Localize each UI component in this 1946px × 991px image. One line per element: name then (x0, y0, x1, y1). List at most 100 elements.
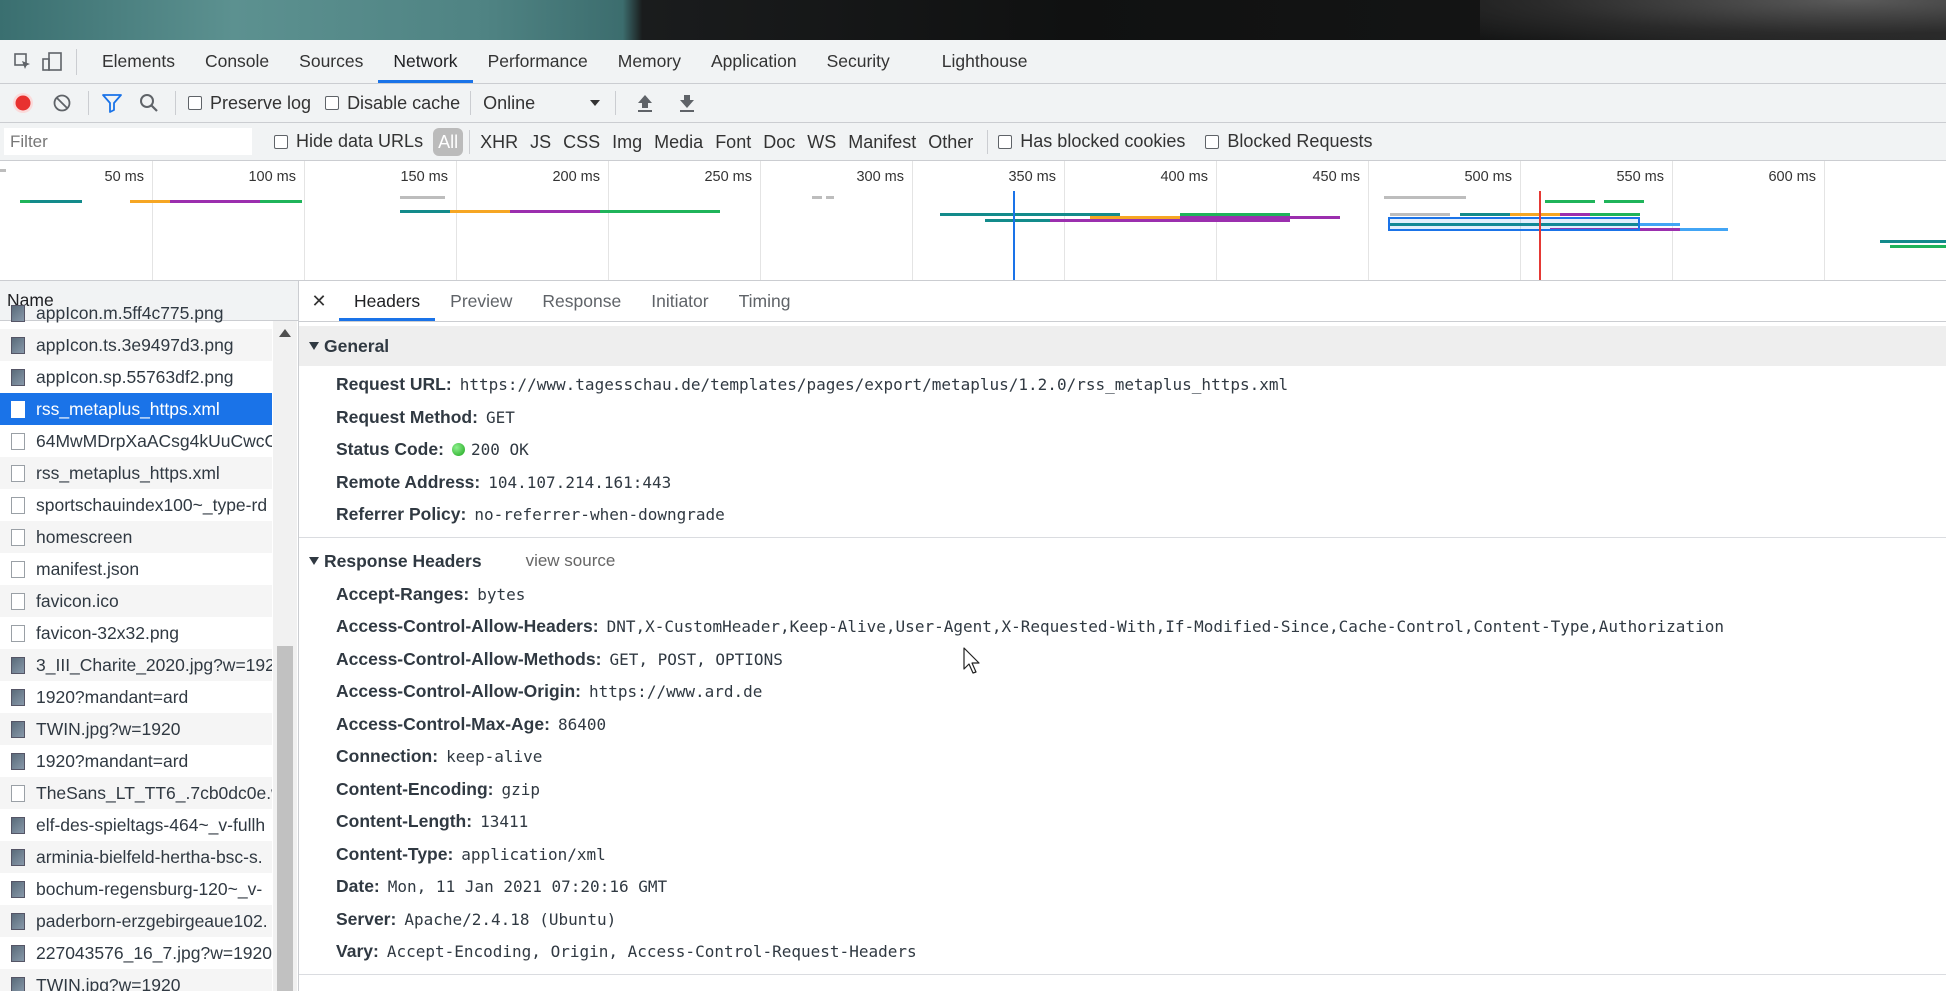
header-row: Connection: keep-alive (299, 740, 1946, 773)
timeline-gridline (912, 161, 913, 280)
network-overview-timeline[interactable]: 50 ms 100 ms 150 ms 200 ms 250 ms 300 ms 350 m… (0, 161, 1946, 281)
scroll-up-icon[interactable] (279, 329, 291, 337)
filter-type-media[interactable]: Media (648, 128, 709, 156)
timeline-gridline (304, 161, 305, 280)
record-button[interactable] (12, 84, 34, 122)
import-har-button[interactable] (636, 84, 654, 122)
request-row[interactable]: 1920?mandant=ard (0, 681, 272, 713)
divider (299, 973, 1946, 975)
close-details-icon[interactable]: ✕ (299, 291, 339, 312)
request-row[interactable]: 64MwMDrpXaACsg4kUuCwcC (0, 425, 272, 457)
filter-type-doc[interactable]: Doc (757, 128, 801, 156)
has-blocked-cookies-checkbox[interactable]: Has blocked cookies (998, 123, 1185, 161)
preserve-log-checkbox[interactable]: Preserve log (188, 84, 311, 122)
request-row[interactable]: appIcon.sp.55763df2.png (0, 361, 272, 393)
request-row[interactable]: favicon.ico (0, 585, 272, 617)
waterfall-bar (400, 196, 445, 199)
separator (76, 48, 77, 75)
header-row: Access-Control-Allow-Methods: GET, POST, … (299, 643, 1946, 676)
request-row[interactable]: rss_metaplus_https.xml (0, 393, 272, 425)
header-row: Date: Mon, 11 Jan 2021 07:20:16 GMT (299, 870, 1946, 903)
blocked-requests-checkbox[interactable]: Blocked Requests (1205, 123, 1372, 161)
header-value: https://www.tagesschau.de/templates/page… (459, 375, 1289, 394)
timeline-tick-label: 50 ms (104, 169, 145, 185)
checkbox-box[interactable] (325, 96, 340, 110)
view-source-link[interactable]: view source (526, 544, 616, 578)
tab-elements[interactable]: Elements (87, 40, 190, 83)
filter-type-js[interactable]: JS (524, 128, 557, 156)
search-button[interactable] (139, 84, 159, 122)
device-toolbar-icon[interactable] (38, 47, 68, 77)
load-event-marker (1539, 191, 1541, 280)
request-row[interactable]: TWIN.jpg?w=1920 (0, 969, 272, 991)
filter-type-other[interactable]: Other (922, 128, 979, 156)
response-headers-section-header[interactable]: Response Headers view source (299, 543, 1946, 578)
request-row[interactable]: 227043576_16_7.jpg?w=1920 (0, 937, 272, 969)
request-row[interactable]: arminia-bielfeld-hertha-bsc-s. (0, 841, 272, 873)
general-section: Request URL: https://www.tagesschau.de/te… (299, 366, 1946, 531)
request-row[interactable]: favicon-32x32.png (0, 617, 272, 649)
checkbox-box[interactable] (1205, 134, 1220, 149)
filter-type-all[interactable]: All (433, 127, 464, 156)
filter-type-img[interactable]: Img (606, 128, 648, 156)
header-key: Status Code: (336, 439, 444, 459)
request-row[interactable]: elf-des-spieltags-464~_v-fullh (0, 809, 272, 841)
tab-initiator[interactable]: Initiator (636, 281, 723, 321)
request-row[interactable]: 1920?mandant=ard (0, 745, 272, 777)
filter-input[interactable]: Filter (4, 128, 252, 155)
tab-timing[interactable]: Timing (724, 281, 806, 321)
tab-application[interactable]: Application (696, 40, 812, 83)
request-headers-section-header[interactable]: Request Headers view source (299, 980, 1946, 991)
hide-data-urls-checkbox[interactable]: Hide data URLs (274, 123, 423, 161)
view-source-link[interactable]: view source (511, 981, 601, 991)
tab-response[interactable]: Response (527, 281, 636, 321)
filter-toggle-button[interactable] (101, 84, 123, 122)
scrollbar-thumb[interactable] (277, 646, 293, 991)
throttling-select[interactable]: Online (483, 84, 601, 122)
record-icon (13, 93, 33, 113)
request-row[interactable]: bochum-regensburg-120~_v- (0, 873, 272, 905)
document-file-icon (11, 592, 25, 610)
header-key: Access-Control-Allow-Origin: (336, 681, 582, 701)
filter-type-manifest[interactable]: Manifest (842, 128, 922, 156)
filter-type-font[interactable]: Font (709, 128, 757, 156)
document-file-icon (11, 464, 25, 482)
checkbox-box[interactable] (274, 134, 288, 149)
disable-cache-checkbox[interactable]: Disable cache (325, 84, 460, 122)
tab-memory[interactable]: Memory (603, 40, 696, 83)
request-name: favicon-32x32.png (36, 623, 180, 643)
tab-sources[interactable]: Sources (284, 40, 378, 83)
timeline-selection-box[interactable] (1388, 217, 1640, 231)
tab-security[interactable]: Security (812, 40, 905, 83)
request-row[interactable]: sportschauindex100~_type-rd (0, 489, 272, 521)
tab-headers[interactable]: Headers (339, 281, 436, 321)
request-row[interactable]: TheSans_LT_TT6_.7cb0dc0e.wo (0, 777, 272, 809)
request-row[interactable]: TWIN.jpg?w=1920 (0, 713, 272, 745)
request-row[interactable]: manifest.json (0, 553, 272, 585)
request-row[interactable]: appIcon.ts.3e9497d3.png (0, 329, 272, 361)
filter-type-xhr[interactable]: XHR (474, 128, 524, 156)
request-row[interactable]: 3_III_Charite_2020.jpg?w=1920 (0, 649, 272, 681)
request-list-scrollbar[interactable] (273, 321, 297, 991)
request-row[interactable]: homescreen (0, 521, 272, 553)
header-key: Accept-Ranges: (336, 583, 470, 604)
tab-performance[interactable]: Performance (473, 40, 603, 83)
tab-lighthouse[interactable]: Lighthouse (927, 40, 1043, 83)
request-row[interactable]: paderborn-erzgebirgeaue102. (0, 905, 272, 937)
clear-button[interactable] (52, 84, 72, 122)
filter-type-ws[interactable]: WS (801, 128, 842, 156)
waterfall-bar (1680, 228, 1728, 231)
checkbox-box[interactable] (998, 134, 1013, 149)
filter-type-css[interactable]: CSS (557, 128, 606, 156)
checkbox-box[interactable] (188, 96, 202, 110)
timeline-gridline (608, 161, 609, 280)
inspect-element-icon[interactable] (8, 47, 38, 77)
request-row[interactable]: rss_metaplus_https.xml (0, 457, 272, 489)
image-file-icon (11, 304, 25, 322)
tab-network[interactable]: Network (378, 40, 473, 83)
general-section-header[interactable]: General (299, 326, 1946, 366)
tab-preview[interactable]: Preview (435, 281, 527, 321)
request-row[interactable]: appIcon.m.5ff4c775.png (0, 297, 272, 329)
tab-console[interactable]: Console (190, 40, 284, 83)
export-har-button[interactable] (678, 84, 696, 122)
